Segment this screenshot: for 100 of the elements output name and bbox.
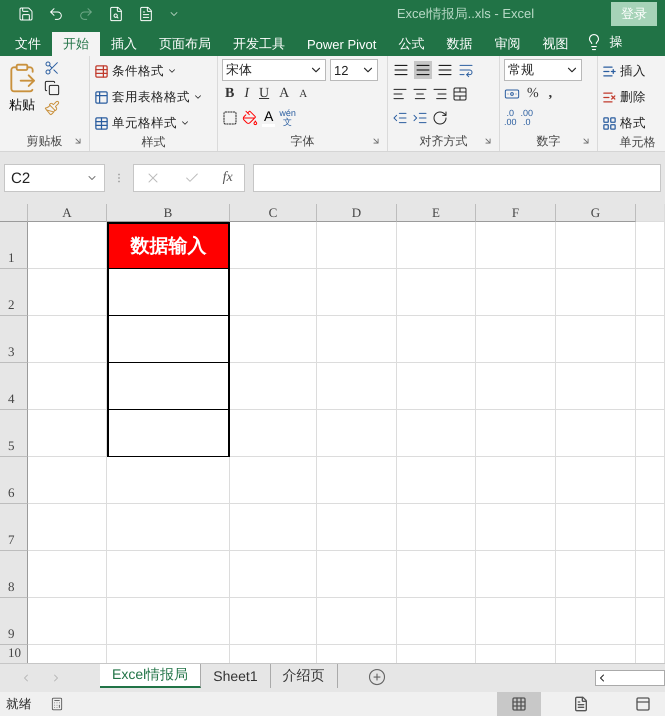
delete-icon xyxy=(602,90,617,104)
percent-button[interactable]: % xyxy=(524,86,542,102)
sheet-tab[interactable]: Sheet1 xyxy=(201,664,271,688)
style-command[interactable]: 单元格样式 xyxy=(94,112,203,134)
number-format-dropdown[interactable]: 常规 xyxy=(504,59,582,81)
merge-cells-icon[interactable] xyxy=(452,86,468,102)
undo-icon[interactable] xyxy=(48,6,64,22)
row-header[interactable]: 3 xyxy=(0,316,28,363)
orientation-icon[interactable] xyxy=(432,110,448,126)
cell-command[interactable]: 删除 xyxy=(602,86,646,108)
row-header[interactable]: 10 xyxy=(0,645,28,663)
align-left-icon[interactable] xyxy=(392,86,408,102)
font-name-dropdown[interactable]: 宋体 xyxy=(222,59,326,81)
grow-font-button[interactable]: A xyxy=(276,86,292,102)
group-label: 单元格 xyxy=(620,134,656,151)
comma-button[interactable]: , xyxy=(546,86,556,102)
cell-command[interactable]: 格式 xyxy=(602,112,646,134)
style-command[interactable]: 条件格式 xyxy=(94,60,203,82)
row-header[interactable]: 9 xyxy=(0,598,28,645)
name-box[interactable]: C2 xyxy=(4,164,105,192)
ribbon-tab[interactable]: 视图 xyxy=(531,32,580,56)
ribbon-tab[interactable]: 开发工具 xyxy=(222,32,296,56)
insert-icon xyxy=(602,64,617,78)
page-icon xyxy=(573,696,589,712)
align-right-icon[interactable] xyxy=(432,86,448,102)
decrease-decimal-button[interactable]: .00 .0 xyxy=(520,109,534,127)
table-icon xyxy=(94,90,109,104)
grid-icon xyxy=(602,116,617,130)
format-button[interactable]: B xyxy=(222,86,238,102)
group-label: 样式 xyxy=(142,134,166,151)
column-header[interactable]: E xyxy=(397,204,476,222)
font-size-dropdown[interactable]: 12 xyxy=(330,59,378,81)
align-icon xyxy=(393,62,409,78)
row-header[interactable]: 5 xyxy=(0,410,28,457)
scissors-icon[interactable] xyxy=(44,60,60,76)
column-header[interactable]: A xyxy=(28,204,107,222)
font-color-button[interactable]: A xyxy=(262,109,276,127)
table-cell: 数据输入 xyxy=(107,222,230,269)
format-button[interactable]: U xyxy=(256,86,272,102)
launcher-icon[interactable] xyxy=(371,136,381,146)
ribbon-tab[interactable]: 页面布局 xyxy=(148,32,222,56)
view-button[interactable] xyxy=(497,692,541,716)
add-sheet-icon[interactable] xyxy=(368,668,386,686)
align-center-icon[interactable] xyxy=(412,86,428,102)
tell-me-text[interactable]: 操 xyxy=(609,33,622,51)
grid-icon xyxy=(511,696,527,712)
launcher-icon[interactable] xyxy=(73,136,83,146)
ribbon-tab[interactable]: 公式 xyxy=(387,32,436,56)
column-header[interactable]: F xyxy=(476,204,556,222)
window-title: Excel情报局..xls - Excel xyxy=(396,5,536,23)
row-header[interactable]: 4 xyxy=(0,363,28,410)
copy-icon[interactable] xyxy=(44,80,60,96)
row-header[interactable]: 8 xyxy=(0,551,28,598)
sheet-tab[interactable]: 介绍页 xyxy=(270,664,338,688)
horizontal-scrollbar[interactable] xyxy=(595,670,665,686)
group-label: 对齐方式 xyxy=(420,132,468,150)
cell-command[interactable]: 插入 xyxy=(602,60,646,82)
table-icon xyxy=(94,116,109,130)
vertical-align-button[interactable] xyxy=(414,61,432,79)
column-header[interactable]: C xyxy=(230,204,317,222)
decrease-indent-icon[interactable] xyxy=(392,110,408,126)
print-preview-icon[interactable] xyxy=(108,6,124,22)
table-icon xyxy=(94,64,109,78)
fill-color-icon[interactable] xyxy=(242,110,258,126)
launcher-icon[interactable] xyxy=(483,136,493,146)
document-icon[interactable] xyxy=(138,6,154,22)
ribbon-tab[interactable]: 开始 xyxy=(52,32,100,56)
phonetic-button[interactable]: wén 文 xyxy=(279,109,296,127)
shrink-font-button[interactable]: A xyxy=(296,88,310,100)
ribbon-tab[interactable]: 文件 xyxy=(4,32,52,56)
formula-input[interactable] xyxy=(253,164,661,192)
align-icon xyxy=(437,62,453,78)
row-header[interactable]: 2 xyxy=(0,269,28,316)
format-button[interactable]: I xyxy=(241,86,252,102)
group-label: 数字 xyxy=(536,132,560,150)
save-icon[interactable] xyxy=(18,6,34,22)
border-icon[interactable] xyxy=(222,110,238,126)
column-header[interactable]: G xyxy=(556,204,636,222)
row-header[interactable]: 6 xyxy=(0,457,28,504)
style-command[interactable]: 套用表格格式 xyxy=(94,86,203,108)
row-header[interactable]: 7 xyxy=(0,504,28,551)
paste-button[interactable]: 粘贴 xyxy=(4,60,40,131)
group-label: 字体 xyxy=(290,132,314,150)
column-header[interactable]: D xyxy=(317,204,397,222)
insert-function-button[interactable]: fx xyxy=(222,170,233,186)
increase-decimal-button[interactable]: .0 .00 xyxy=(504,109,517,127)
status-text: 就绪 xyxy=(6,696,32,712)
macro-record-icon[interactable] xyxy=(50,697,64,711)
wrap-text-icon[interactable] xyxy=(458,62,474,78)
ribbon-tab[interactable]: 审阅 xyxy=(483,32,532,56)
row-header[interactable]: 1 xyxy=(0,222,28,269)
sheet-tab[interactable]: Excel情报局 xyxy=(100,664,202,688)
ribbon-tab[interactable]: Power Pivot xyxy=(296,32,388,56)
align-icon xyxy=(415,62,431,78)
column-header[interactable]: B xyxy=(107,204,230,222)
page-break-icon xyxy=(635,696,651,712)
increase-indent-icon[interactable] xyxy=(412,110,428,126)
ribbon-tab[interactable]: 数据 xyxy=(435,32,484,56)
launcher-icon[interactable] xyxy=(581,136,591,146)
ribbon-tab[interactable]: 插入 xyxy=(100,32,148,56)
